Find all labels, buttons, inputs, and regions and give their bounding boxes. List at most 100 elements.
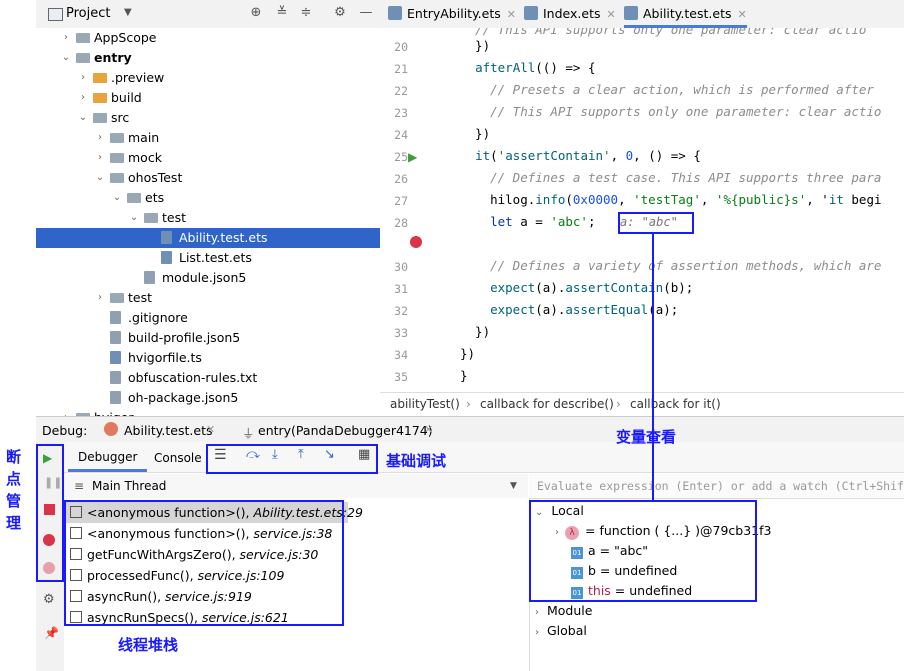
thread-selector[interactable]: ≡ Main Thread ▼ [64, 474, 528, 499]
tab-console[interactable]: Console [154, 451, 202, 465]
hierarchy-icon: ⏚ [242, 426, 255, 441]
close-icon[interactable]: ✕ [507, 8, 516, 21]
line-number: 34 [394, 348, 408, 362]
tab-index[interactable]: Index.ets ✕ [524, 0, 616, 28]
tree-item[interactable]: ⌄ src [36, 108, 380, 128]
list-icon: ≡ [74, 479, 85, 493]
line-number: 25 [394, 150, 408, 164]
tree-item[interactable]: ⌄ entry [36, 48, 380, 68]
chevron-right-icon[interactable]: › [77, 68, 89, 88]
tree-item[interactable]: .gitignore [36, 308, 380, 328]
code-line: }) [460, 38, 491, 53]
line-number: 31 [394, 282, 408, 296]
breadcrumb-item[interactable]: abilityTest() [390, 397, 460, 411]
debug-config-icon [104, 422, 118, 436]
run-gutter-icon[interactable]: ▶ [408, 150, 417, 164]
tab-ability-test[interactable]: Ability.test.ets ✕ [624, 0, 747, 28]
code-line: hilog.info(0x0000, 'testTag', '%{public}… [460, 192, 882, 207]
tree-item-label: module.json5 [162, 270, 247, 285]
tree-item[interactable]: Ability.test.ets [36, 228, 380, 248]
breakpoint-icon[interactable] [410, 236, 422, 248]
tree-item-label: AppScope [94, 30, 157, 45]
chevron-right-icon[interactable]: › [94, 128, 106, 148]
file-file-icon [144, 271, 155, 284]
tab-entryability[interactable]: EntryAbility.ets ✕ [388, 0, 516, 28]
expand-all-icon[interactable]: ≚ [274, 5, 290, 21]
tree-item[interactable]: › build [36, 88, 380, 108]
tree-item[interactable]: › main [36, 128, 380, 148]
tree-item[interactable]: › mock [36, 148, 380, 168]
file-file-icon [110, 371, 121, 384]
chevron-right-icon: › [466, 397, 471, 411]
tree-item[interactable]: hvigorfile.ts [36, 348, 380, 368]
folder-icon [93, 113, 107, 123]
tree-item[interactable]: obfuscation-rules.txt [36, 368, 380, 388]
close-icon[interactable]: ✕ [424, 423, 433, 436]
collapse-all-icon[interactable]: ≑ [298, 5, 314, 21]
chevron-down-icon[interactable]: ▼ [510, 481, 517, 491]
chevron-down-icon[interactable]: ⌄ [77, 108, 89, 128]
tree-item[interactable]: ⌄ ets [36, 188, 380, 208]
chevron-down-icon[interactable]: ⌄ [111, 188, 123, 208]
chevron-down-icon[interactable]: ⌄ [60, 48, 72, 68]
chevron-right-icon[interactable]: › [94, 288, 106, 308]
line-number: 26 [394, 172, 408, 186]
tree-item[interactable]: ⌄ test [36, 208, 380, 228]
code-line: // Defines a test case. This API support… [490, 170, 882, 185]
tree-item[interactable]: ⌄ ohosTest [36, 168, 380, 188]
global-scope[interactable]: › Global [535, 621, 587, 641]
chevron-down-icon[interactable]: ▼ [124, 7, 132, 18]
folder-icon [76, 53, 90, 63]
minimize-icon[interactable]: — [358, 5, 374, 21]
folder-icon [93, 93, 107, 103]
chevron-right-icon[interactable]: › [94, 148, 106, 168]
breadcrumb: abilityTest() › callback for describe() … [380, 392, 904, 415]
code-line: expect(a).assertContain(b); [490, 280, 694, 295]
close-icon[interactable]: ✕ [737, 8, 746, 21]
debug-tool-window-bar: Debug: Ability.test.ets ✕ ⏚ entry(PandaD… [36, 416, 904, 444]
project-title[interactable]: Project [66, 6, 110, 21]
project-view-icon [48, 8, 63, 21]
close-icon[interactable]: ✕ [206, 423, 215, 436]
line-number: 20 [394, 40, 408, 54]
file-file-icon [110, 311, 121, 324]
code-editor[interactable]: // This API supports only one parameter:… [380, 28, 904, 390]
tree-item[interactable]: › AppScope [36, 28, 380, 48]
pin-icon[interactable]: 📌 [44, 626, 59, 640]
module-scope[interactable]: › Module [535, 601, 592, 621]
tree-item[interactable]: oh-package.json5 [36, 388, 380, 408]
watch-placeholder: Evaluate expression (Enter) or add a wat… [537, 479, 904, 493]
gear-icon[interactable]: ⚙ [332, 5, 348, 21]
code-line: // Defines a variety of assertion method… [490, 258, 882, 273]
tree-item[interactable]: build-profile.json5 [36, 328, 380, 348]
annotation-debug-toolbar-box [206, 444, 378, 474]
tree-item[interactable]: › .preview [36, 68, 380, 88]
locate-icon[interactable]: ⊕ [248, 5, 264, 21]
gear-icon[interactable]: ⚙ [43, 592, 55, 607]
chevron-down-icon[interactable]: ⌄ [94, 168, 106, 188]
tree-item[interactable]: module.json5 [36, 268, 380, 288]
breadcrumb-item[interactable]: callback for it() [630, 397, 721, 411]
close-icon[interactable]: ✕ [607, 8, 616, 21]
debug-session-tab-2[interactable]: entry(PandaDebugger4174) [258, 423, 433, 438]
editor-tab-bar: EntryAbility.ets ✕ Index.ets ✕ Ability.tes… [380, 0, 904, 29]
folder-icon [110, 133, 124, 143]
left-tool-strip [0, 0, 36, 410]
line-number: 30 [394, 260, 408, 274]
chevron-down-icon[interactable]: ⌄ [128, 208, 140, 228]
chevron-right-icon: › [616, 397, 621, 411]
tree-item-label: ohosTest [128, 170, 183, 185]
tree-item[interactable]: › test [36, 288, 380, 308]
debug-label: Debug: [42, 423, 88, 438]
code-line: let a = 'abc'; [490, 214, 596, 229]
breadcrumb-item[interactable]: callback for describe() [480, 397, 614, 411]
watch-input[interactable]: Evaluate expression (Enter) or add a wat… [529, 474, 904, 499]
chevron-right-icon[interactable]: › [60, 28, 72, 48]
tree-item[interactable]: List.test.ets [36, 248, 380, 268]
debug-session-tab-1[interactable]: Ability.test.ets [124, 423, 212, 438]
tab-debugger[interactable]: Debugger [68, 442, 148, 472]
code-line: // Presets a clear action, which is perf… [490, 82, 874, 97]
chevron-right-icon[interactable]: › [77, 88, 89, 108]
folder-icon [127, 193, 141, 203]
annotation-basic-debug: 基础调试 [386, 452, 447, 470]
